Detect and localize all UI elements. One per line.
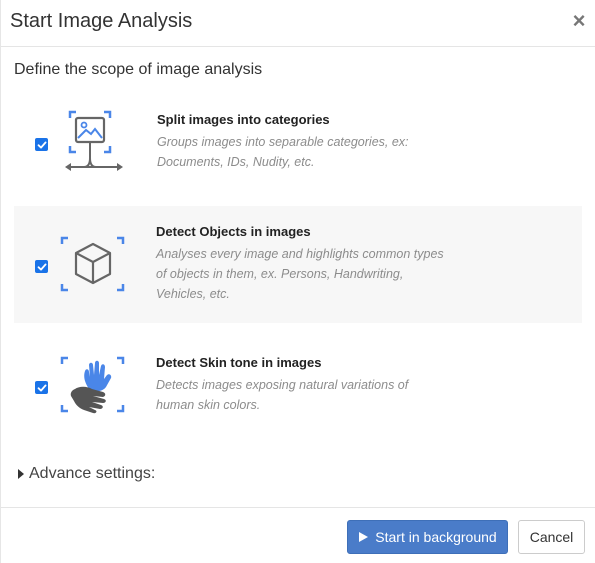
detect-objects-description: Analyses every image and highlights comm… bbox=[156, 247, 444, 301]
advance-settings-label: Advance settings: bbox=[29, 465, 156, 482]
split-images-checkbox[interactable] bbox=[35, 138, 48, 151]
detect-skin-tone-title: Detect Skin tone in images bbox=[156, 355, 322, 370]
option-detect-objects: Detect Objects in images Analyses every … bbox=[14, 206, 582, 323]
detect-skin-tone-checkbox[interactable] bbox=[35, 381, 48, 394]
dialog-header: Start Image Analysis × bbox=[1, 0, 595, 47]
advance-settings-toggle[interactable]: Advance settings: bbox=[18, 465, 155, 483]
scope-label: Define the scope of image analysis bbox=[14, 61, 263, 78]
cancel-button[interactable]: Cancel bbox=[518, 520, 585, 554]
option-detect-skin-tone: Detect Skin tone in images Detects image… bbox=[14, 336, 582, 436]
image-split-icon bbox=[62, 108, 128, 176]
split-images-description: Groups images into separable categories,… bbox=[157, 135, 409, 169]
detect-skin-tone-description: Detects images exposing natural variatio… bbox=[156, 378, 409, 412]
start-image-analysis-dialog: Start Image Analysis × Define the scope … bbox=[0, 0, 595, 563]
cube-icon bbox=[59, 235, 129, 295]
option-split-images: Split images into categories Groups imag… bbox=[14, 95, 582, 192]
split-images-title: Split images into categories bbox=[157, 112, 330, 127]
close-icon[interactable]: × bbox=[569, 10, 589, 32]
dialog-title: Start Image Analysis bbox=[10, 10, 193, 32]
detect-objects-title: Detect Objects in images bbox=[156, 224, 311, 239]
play-icon bbox=[359, 532, 369, 542]
cancel-label: Cancel bbox=[529, 529, 574, 545]
start-in-background-label: Start in background bbox=[375, 529, 497, 545]
start-in-background-button[interactable]: Start in background bbox=[347, 520, 508, 554]
caret-right-icon bbox=[18, 469, 24, 479]
hands-icon bbox=[59, 355, 129, 417]
detect-objects-checkbox[interactable] bbox=[35, 260, 48, 273]
